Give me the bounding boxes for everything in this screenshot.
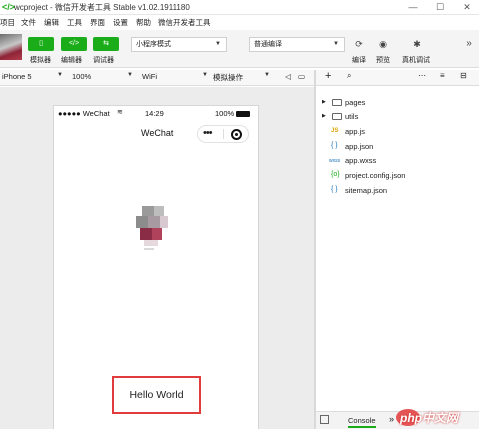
menu-bar: 项目 文件 编辑 工具 界面 设置 帮助 微信开发者工具 — [0, 15, 479, 29]
close-button[interactable]: ✕ — [455, 0, 479, 14]
inspect-icon[interactable] — [320, 415, 329, 424]
real-device-debug-label: 真机调试 — [402, 57, 430, 64]
user-avatar-image — [134, 206, 174, 250]
popout-icon[interactable]: ▭ — [298, 72, 305, 81]
menu-project[interactable]: 项目 — [0, 17, 15, 28]
js-file-icon: JS — [331, 128, 339, 134]
maximize-button[interactable]: ☐ — [428, 0, 452, 14]
simulator-toggle-button[interactable]: ▯ — [28, 37, 54, 51]
main-toolbar: ▯ 模拟器 </> 编辑器 ⇆ 调试器 小程序模式 ▼ 普通编译 ▼ ⟳ 编译 … — [0, 30, 479, 68]
tree-item-app-js[interactable]: JS app.js — [316, 125, 479, 139]
chevron-down-icon: ▼ — [202, 72, 208, 78]
wxss-file-icon: wxss — [329, 158, 341, 164]
explorer-toolbar: + ⌕ ⋯ ≡ ⊟ — [316, 70, 479, 86]
menu-settings[interactable]: 设置 — [113, 17, 128, 28]
folder-icon — [332, 99, 342, 106]
collapse-icon[interactable]: ⊟ — [460, 71, 467, 80]
editor-label: 编辑器 — [61, 57, 82, 64]
simulator-bar: iPhone 5 ▼ 100% ▼ WiFi ▼ 模拟操作 ▼ ◁ ▭ — [0, 70, 316, 86]
close-miniprogram-icon[interactable] — [231, 129, 242, 140]
clock-text: 14:29 — [145, 109, 164, 118]
page-title: WeChat — [141, 128, 174, 138]
tree-item-utils[interactable]: ▶ utils — [316, 110, 479, 124]
network-select[interactable]: WiFi — [142, 72, 157, 81]
battery-text: 100% — [215, 109, 235, 118]
more-dots-icon[interactable]: ••• — [203, 127, 213, 139]
watermark-text: php中文网 — [400, 411, 458, 425]
file-tree: ▶ pages ▶ utils JS app.js { } app.json w… — [316, 87, 479, 411]
title-bar: </> wcproject - 微信开发者工具 Stable v1.02.191… — [0, 0, 479, 15]
sort-icon[interactable]: ≡ — [440, 71, 445, 80]
php-watermark: php中文网 — [396, 408, 479, 429]
phone-screen: ●●●●● WeChat ≋ 14:29 100% WeChat ••• Hel… — [53, 105, 259, 429]
phone-status-bar: ●●●●● WeChat ≋ 14:29 100% — [54, 106, 258, 121]
chevron-down-icon: ▼ — [127, 72, 133, 78]
json-file-icon: { } — [331, 142, 338, 149]
battery-icon — [236, 111, 250, 117]
tree-item-sitemap-json[interactable]: { } sitemap.json — [316, 184, 479, 198]
bug-icon[interactable]: ✱ — [410, 38, 424, 50]
config-file-icon: {o} — [331, 171, 340, 178]
capsule-menu[interactable]: ••• — [197, 125, 249, 143]
phone-icon: ▯ — [39, 40, 43, 47]
caret-right-icon: ▶ — [322, 99, 326, 105]
menu-edit[interactable]: 编辑 — [44, 17, 59, 28]
debugger-toggle-button[interactable]: ⇆ — [93, 37, 119, 51]
eye-icon[interactable]: ◉ — [376, 38, 390, 50]
search-icon[interactable]: ⌕ — [347, 71, 351, 81]
minimize-button[interactable]: — — [401, 0, 425, 14]
menu-file[interactable]: 文件 — [21, 17, 36, 28]
compile-label: 编译 — [352, 57, 366, 64]
editor-toggle-button[interactable]: </> — [61, 37, 87, 51]
code-icon: </> — [68, 40, 80, 47]
more-toolbar-button[interactable]: » — [462, 38, 476, 50]
tree-item-pages[interactable]: ▶ pages — [316, 96, 479, 110]
menu-tools[interactable]: 工具 — [67, 17, 82, 28]
compile-mode-select[interactable]: 普通编译 ▼ — [249, 37, 345, 52]
tree-item-project-config[interactable]: {o} project.config.json — [316, 169, 479, 183]
folder-icon — [332, 113, 342, 120]
menu-view[interactable]: 界面 — [90, 17, 105, 28]
operation-select[interactable]: 模拟操作 — [213, 72, 243, 83]
simulator-label: 模拟器 — [30, 57, 51, 64]
tree-item-app-json[interactable]: { } app.json — [316, 140, 479, 154]
chevron-down-icon: ▼ — [57, 72, 63, 78]
chevron-down-icon: ▼ — [215, 41, 221, 47]
tab-console[interactable]: Console — [348, 416, 376, 428]
add-file-icon[interactable]: + — [325, 70, 331, 82]
debugger-label: 调试器 — [93, 57, 114, 64]
debug-icon: ⇆ — [103, 40, 109, 47]
capsule-divider — [223, 129, 224, 139]
menu-help[interactable]: 帮助 — [136, 17, 151, 28]
carrier-text: ●●●●● WeChat — [58, 109, 110, 118]
refresh-icon[interactable]: ⟳ — [352, 38, 366, 50]
chevron-down-icon: ▼ — [264, 72, 270, 78]
menu-wechat-devtools[interactable]: 微信开发者工具 — [158, 17, 211, 28]
window-title: wcproject - 微信开发者工具 Stable v1.02.1911180 — [14, 3, 190, 12]
wechat-devtools-logo-icon: </> — [2, 2, 16, 12]
chevron-down-icon: ▼ — [333, 41, 339, 47]
hello-world-text: Hello World — [112, 376, 201, 414]
json-file-icon: { } — [331, 186, 338, 193]
more-icon[interactable]: ⋯ — [418, 71, 426, 80]
more-tabs-button[interactable]: » — [389, 414, 394, 424]
device-select[interactable]: iPhone 5 — [2, 72, 32, 81]
volume-icon[interactable]: ◁ — [285, 72, 291, 81]
caret-right-icon: ▶ — [322, 113, 326, 119]
mode-select[interactable]: 小程序模式 ▼ — [131, 37, 227, 52]
zoom-select[interactable]: 100% — [72, 72, 91, 81]
tree-item-app-wxss[interactable]: wxss app.wxss — [316, 154, 479, 168]
wifi-icon: ≋ — [117, 109, 123, 116]
preview-label: 预览 — [376, 57, 390, 64]
avatar[interactable] — [0, 34, 22, 60]
